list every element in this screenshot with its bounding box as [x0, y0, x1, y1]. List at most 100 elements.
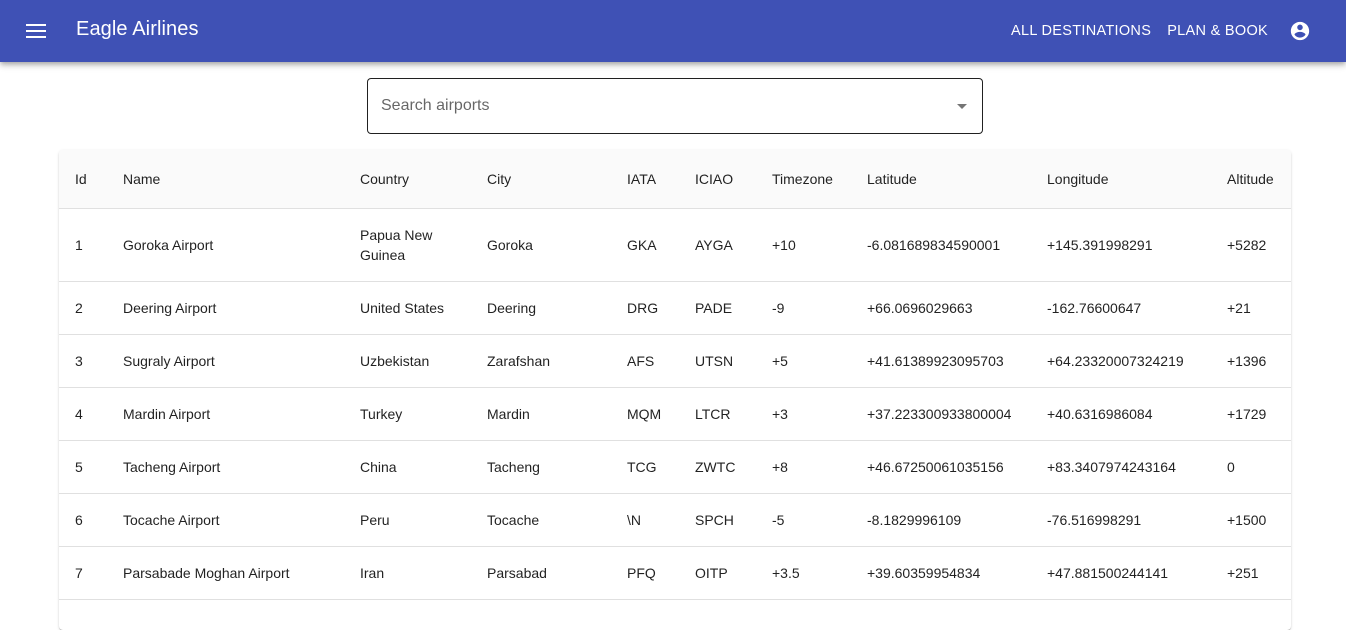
search-input[interactable] [381, 79, 941, 133]
cell-timezone: +3.5 [756, 546, 851, 600]
cell-longitude: +40.6316986084 [1031, 387, 1211, 441]
table-row[interactable]: 4 Mardin Airport Turkey Mardin MQM LTCR +3 +37.… [59, 387, 1291, 441]
cell-iata: MQM [611, 387, 679, 441]
top-nav: ALL DESTINATIONS PLAN & BOOK [1003, 0, 1312, 62]
cell-altitude: +251 [1211, 546, 1291, 600]
column-header-timezone[interactable]: Timezone [756, 150, 851, 209]
cell-city: Parsabad [471, 546, 611, 600]
cell-iata: AFS [611, 334, 679, 388]
cell-latitude: +39.60359954834 [851, 546, 1031, 600]
table-body: 1 Goroka Airport Papua New Guinea Goroka GKA… [59, 208, 1291, 600]
column-header-iata[interactable]: IATA [611, 150, 679, 209]
column-header-id[interactable]: Id [59, 150, 107, 209]
cell-city: Tacheng [471, 440, 611, 494]
cell-iata: DRG [611, 281, 679, 335]
cell-timezone: -5 [756, 493, 851, 547]
cell-icao: LTCR [679, 387, 756, 441]
cell-longitude: -162.76600647 [1031, 281, 1211, 335]
app-title: Eagle Airlines [76, 18, 199, 40]
cell-timezone: +10 [756, 208, 851, 282]
cell-id: 3 [59, 334, 107, 388]
cell-latitude: +46.67250061035156 [851, 440, 1031, 494]
cell-iata: TCG [611, 440, 679, 494]
cell-id: 4 [59, 387, 107, 441]
cell-name: Tocache Airport [107, 493, 344, 547]
cell-iata: PFQ [611, 546, 679, 600]
cell-altitude: +5282 [1211, 208, 1291, 282]
cell-id: 6 [59, 493, 107, 547]
cell-latitude: -6.081689834590001 [851, 208, 1031, 282]
column-header-city[interactable]: City [471, 150, 611, 209]
cell-icao: SPCH [679, 493, 756, 547]
cell-longitude: +64.23320007324219 [1031, 334, 1211, 388]
table-row[interactable]: 7 Parsabade Moghan Airport Iran Parsabad PFQ… [59, 546, 1291, 600]
airport-search[interactable] [367, 78, 983, 134]
cell-country: Peru [344, 493, 471, 547]
cell-altitude: +1729 [1211, 387, 1291, 441]
cell-latitude: +37.223300933800004 [851, 387, 1031, 441]
cell-icao: OITP [679, 546, 756, 600]
cell-country: Turkey [344, 387, 471, 441]
column-header-latitude[interactable]: Latitude [851, 150, 1031, 209]
airports-table: Id Name Country City IATA ICIAO Timezone… [59, 150, 1291, 630]
cell-name: Mardin Airport [107, 387, 344, 441]
table-header-row: Id Name Country City IATA ICIAO Timezone… [59, 150, 1291, 209]
cell-country: Uzbekistan [344, 334, 471, 388]
column-header-altitude[interactable]: Altitude [1211, 150, 1291, 209]
column-header-icao[interactable]: ICIAO [679, 150, 756, 209]
cell-altitude: +1500 [1211, 493, 1291, 547]
cell-icao: PADE [679, 281, 756, 335]
cell-latitude: +41.61389923095703 [851, 334, 1031, 388]
nav-plan-and-book[interactable]: PLAN & BOOK [1159, 17, 1276, 45]
cell-city: Zarafshan [471, 334, 611, 388]
cell-longitude: +145.391998291 [1031, 208, 1211, 282]
cell-id: 2 [59, 281, 107, 335]
cell-city: Mardin [471, 387, 611, 441]
table-row[interactable]: 1 Goroka Airport Papua New Guinea Goroka GKA… [59, 208, 1291, 282]
cell-timezone: +5 [756, 334, 851, 388]
cell-city: Goroka [471, 208, 611, 282]
cell-name: Tacheng Airport [107, 440, 344, 494]
cell-country: Iran [344, 546, 471, 600]
column-header-name[interactable]: Name [107, 150, 344, 209]
cell-country: China [344, 440, 471, 494]
cell-timezone: +3 [756, 387, 851, 441]
arrow-drop-down-icon[interactable] [957, 104, 967, 109]
cell-timezone: +8 [756, 440, 851, 494]
cell-longitude: +83.3407974243164 [1031, 440, 1211, 494]
cell-altitude: 0 [1211, 440, 1291, 494]
cell-longitude: -76.516998291 [1031, 493, 1211, 547]
cell-icao: UTSN [679, 334, 756, 388]
menu-icon[interactable] [22, 17, 50, 45]
cell-id: 5 [59, 440, 107, 494]
cell-name: Sugraly Airport [107, 334, 344, 388]
cell-city: Tocache [471, 493, 611, 547]
column-header-longitude[interactable]: Longitude [1031, 150, 1211, 209]
cell-iata: GKA [611, 208, 679, 282]
cell-latitude: +66.0696029663 [851, 281, 1031, 335]
cell-country: United States [344, 281, 471, 335]
cell-longitude: +47.881500244141 [1031, 546, 1211, 600]
cell-id: 7 [59, 546, 107, 600]
cell-name: Parsabade Moghan Airport [107, 546, 344, 600]
cell-name: Goroka Airport [107, 208, 344, 282]
cell-icao: ZWTC [679, 440, 756, 494]
cell-city: Deering [471, 281, 611, 335]
cell-latitude: -8.1829996109 [851, 493, 1031, 547]
cell-iata: \N [611, 493, 679, 547]
cell-name: Deering Airport [107, 281, 344, 335]
account-circle-icon[interactable] [1288, 19, 1312, 43]
cell-id: 1 [59, 208, 107, 282]
cell-country: Papua New Guinea [344, 208, 471, 282]
table-row[interactable]: 2 Deering Airport United States Deering DRG P… [59, 281, 1291, 335]
cell-altitude: +1396 [1211, 334, 1291, 388]
cell-timezone: -9 [756, 281, 851, 335]
cell-icao: AYGA [679, 208, 756, 282]
app-bar: Eagle Airlines ALL DESTINATIONS PLAN & B… [0, 0, 1346, 62]
nav-all-destinations[interactable]: ALL DESTINATIONS [1003, 17, 1159, 45]
cell-altitude: +21 [1211, 281, 1291, 335]
table-row[interactable]: 3 Sugraly Airport Uzbekistan Zarafshan AFS UT… [59, 334, 1291, 388]
column-header-country[interactable]: Country [344, 150, 471, 209]
table-row[interactable]: 6 Tocache Airport Peru Tocache \N SPCH -5 -8.18… [59, 493, 1291, 547]
table-row[interactable]: 5 Tacheng Airport China Tacheng TCG ZWTC +8 +46… [59, 440, 1291, 494]
